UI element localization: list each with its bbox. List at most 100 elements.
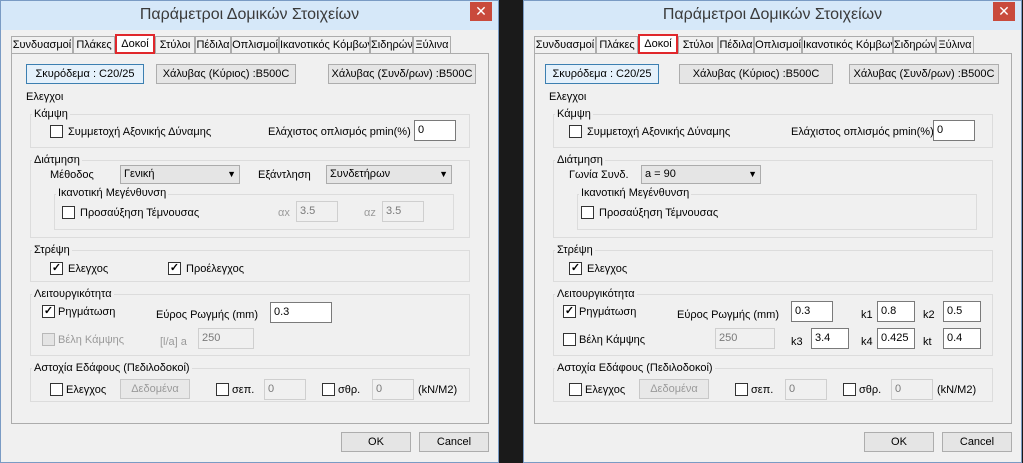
tab-combinations[interactable]: Συνδυασμοί — [534, 36, 596, 53]
tab-footings[interactable]: Πέδιλα — [718, 36, 754, 53]
crack-width-input[interactable]: 0.3 — [791, 301, 833, 322]
tab-columns[interactable]: Στύλοι — [155, 36, 195, 53]
deflection-label: Βέλη Κάμψης — [579, 334, 646, 346]
exhaust-select[interactable]: Συνδετήρων ▼ — [326, 165, 452, 184]
checks-label: Ελεγχοι — [549, 91, 587, 103]
tab-beams[interactable]: Δοκοί — [638, 34, 678, 54]
cancel-button[interactable]: Cancel — [942, 432, 1012, 452]
close-icon[interactable]: ✕ — [470, 2, 492, 21]
soil-check-checkbox[interactable] — [50, 383, 63, 396]
crack-width-label: Εύρος Ρωγμής (mm) — [156, 309, 258, 321]
torsion-check-checkbox[interactable]: ✓ — [50, 262, 63, 275]
shear-increase-checkbox[interactable] — [581, 206, 594, 219]
ax-input[interactable]: 3.5 — [296, 201, 338, 222]
soil-unit-label: (kN/M2) — [418, 384, 458, 396]
serviceability-label: Λειτουργικότητα — [32, 288, 114, 300]
soil-unit-label: (kN/M2) — [937, 384, 977, 396]
kt-input[interactable]: 0.4 — [943, 328, 981, 349]
sthr-checkbox[interactable] — [843, 383, 856, 396]
sep-input[interactable]: 0 — [785, 379, 827, 400]
secondary-steel-button[interactable]: Χάλυβας (Συνδ/ρων) :B500C — [328, 64, 476, 84]
sthr-label: σθρ. — [859, 384, 882, 396]
tab-columns[interactable]: Στύλοι — [678, 36, 718, 53]
close-icon[interactable]: ✕ — [993, 2, 1015, 21]
angle-select[interactable]: a = 90 ▼ — [641, 165, 761, 184]
tab-beams[interactable]: Δοκοί — [115, 34, 155, 54]
crack-width-label: Εύρος Ρωγμής (mm) — [677, 309, 779, 321]
secondary-steel-button[interactable]: Χάλυβας (Συνδ/ρων) :B500C — [849, 64, 999, 84]
sep-label: σεπ. — [751, 384, 774, 396]
k1-input[interactable]: 0.8 — [877, 301, 915, 322]
tab-slabs[interactable]: Πλάκες — [73, 36, 115, 53]
dialog-window-right: Παράμετροι Δομικών Στοιχείων ✕ Συνδυασμο… — [523, 0, 1022, 463]
sep-checkbox[interactable] — [735, 383, 748, 396]
k3-input[interactable]: 3.4 — [811, 328, 849, 349]
shear-increase-label: Προσαύξηση Τέμνουσας — [599, 207, 719, 219]
sthr-input[interactable]: 0 — [891, 379, 933, 400]
soil-data-button[interactable]: Δεδομένα — [120, 379, 190, 399]
soil-failure-label: Αστοχία Εδάφους (Πεδιλοδοκοί) — [555, 362, 715, 374]
soil-data-button[interactable]: Δεδομένα — [639, 379, 709, 399]
shear-increase-checkbox[interactable] — [62, 206, 75, 219]
crack-width-input[interactable]: 0.3 — [270, 302, 332, 323]
method-value: Γενική — [124, 168, 155, 180]
method-select[interactable]: Γενική ▼ — [120, 165, 240, 184]
tab-timber[interactable]: Ξύλινα — [936, 36, 974, 53]
main-steel-button[interactable]: Χάλυβας (Κύριος) :B500C — [156, 64, 296, 84]
torsion-check-checkbox[interactable]: ✓ — [569, 262, 582, 275]
deflection-checkbox[interactable] — [563, 333, 576, 346]
k4-input[interactable]: 0.425 — [877, 328, 915, 349]
tab-timber[interactable]: Ξύλινα — [413, 36, 451, 53]
bending-label: Κάμψη — [32, 108, 70, 120]
tab-steel[interactable]: Σιδηρών — [893, 36, 936, 53]
pmin-label: Ελάχιστος οπλισμός pmin(%) — [268, 126, 411, 138]
tab-footings[interactable]: Πέδιλα — [195, 36, 231, 53]
checks-label: Ελεγχοι — [26, 91, 64, 103]
title-bar: Παράμετροι Δομικών Στοιχείων ✕ — [524, 1, 1021, 30]
cracking-checkbox[interactable]: ✓ — [42, 305, 55, 318]
cancel-button[interactable]: Cancel — [419, 432, 489, 452]
ratio-input[interactable]: 250 — [715, 328, 775, 349]
sep-checkbox[interactable] — [216, 383, 229, 396]
pmin-input[interactable]: 0 — [933, 120, 975, 141]
torsion-precheck-checkbox[interactable]: ✓ — [168, 262, 181, 275]
tab-slabs[interactable]: Πλάκες — [596, 36, 638, 53]
k1-label: k1 — [861, 309, 873, 321]
tab-steel[interactable]: Σιδηρών — [370, 36, 413, 53]
cracking-checkbox[interactable]: ✓ — [563, 305, 576, 318]
deflection-checkbox[interactable] — [42, 333, 55, 346]
bending-label: Κάμψη — [555, 108, 593, 120]
tab-reinforcement[interactable]: Οπλισμοί — [754, 36, 802, 53]
axial-force-checkbox[interactable] — [50, 125, 63, 138]
sep-input[interactable]: 0 — [264, 379, 306, 400]
chevron-down-icon: ▼ — [748, 169, 757, 179]
title-bar: Παράμετροι Δομικών Στοιχείων ✕ — [1, 1, 498, 30]
ok-button[interactable]: OK — [864, 432, 934, 452]
concrete-button[interactable]: Σκυρόδεμα : C20/25 — [545, 64, 659, 84]
ok-button[interactable]: OK — [341, 432, 411, 452]
cracking-label: Ρηγμάτωση — [58, 306, 116, 318]
sthr-checkbox[interactable] — [322, 383, 335, 396]
soil-check-checkbox[interactable] — [569, 383, 582, 396]
beams-panel: Σκυρόδεμα : C20/25 Χάλυβας (Κύριος) :B50… — [534, 53, 1012, 424]
soil-failure-label: Αστοχία Εδάφους (Πεδιλοδοκοί) — [32, 362, 192, 374]
tab-capacity-joints[interactable]: Ικανοτικός Κόμβων — [279, 36, 370, 53]
main-steel-button[interactable]: Χάλυβας (Κύριος) :B500C — [679, 64, 833, 84]
k2-input[interactable]: 0.5 — [943, 301, 981, 322]
tab-capacity-joints[interactable]: Ικανοτικός Κόμβων — [802, 36, 893, 53]
k3-label: k3 — [791, 336, 803, 348]
tab-combinations[interactable]: Συνδυασμοί — [11, 36, 73, 53]
shear-increase-label: Προσαύξηση Τέμνουσας — [80, 207, 200, 219]
exhaust-label: Εξάντληση — [258, 169, 311, 181]
axial-force-checkbox[interactable] — [569, 125, 582, 138]
window-title: Παράμετροι Δομικών Στοιχείων — [139, 6, 360, 23]
angle-label: Γωνία Συνδ. — [569, 169, 629, 181]
tab-reinforcement[interactable]: Οπλισμοί — [231, 36, 279, 53]
concrete-button[interactable]: Σκυρόδεμα : C20/25 — [26, 64, 144, 84]
sthr-input[interactable]: 0 — [372, 379, 414, 400]
shear-label: Διάτμηση — [32, 154, 82, 166]
pmin-input[interactable]: 0 — [414, 120, 456, 141]
torsion-label: Στρέψη — [555, 244, 595, 256]
ratio-input[interactable]: 250 — [198, 328, 254, 349]
az-input[interactable]: 3.5 — [382, 201, 424, 222]
